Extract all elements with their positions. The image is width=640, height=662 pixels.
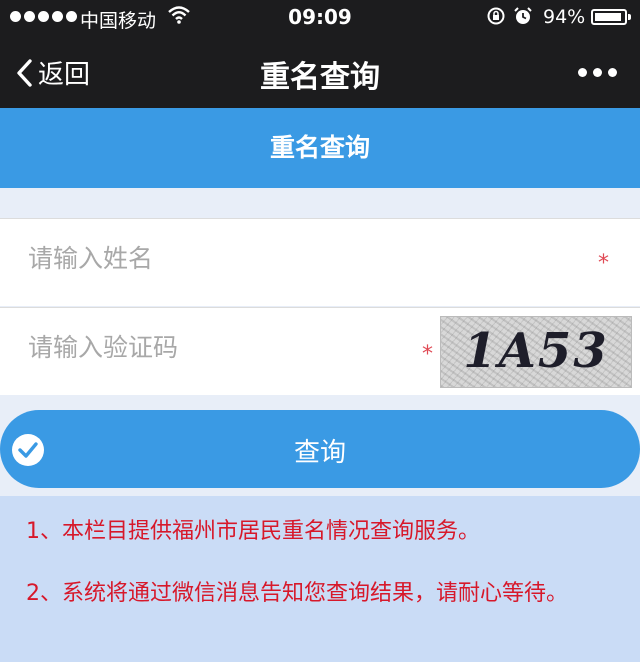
rotation-lock-icon bbox=[486, 6, 506, 31]
captcha-text: 1A53 bbox=[463, 323, 609, 379]
query-button-label: 查询 bbox=[293, 438, 346, 468]
notice-line-1: 1、本栏目提供福州市居民重名情况查询服务。 bbox=[26, 519, 480, 544]
notice-line-2: 2、系统将通过微信消息告知您查询结果，请耐心等待。 bbox=[26, 581, 568, 606]
more-icon[interactable] bbox=[578, 68, 617, 77]
page-title: 重名查询 bbox=[260, 60, 380, 95]
captcha-input[interactable] bbox=[26, 332, 410, 363]
required-mark: * bbox=[422, 342, 433, 367]
status-bar: 中国移动 09:09 94% bbox=[0, 0, 640, 34]
query-button[interactable]: 查询 bbox=[0, 410, 640, 488]
captcha-image[interactable]: 1A53 bbox=[440, 316, 632, 388]
name-input[interactable] bbox=[26, 243, 570, 274]
notice-panel: 1、本栏目提供福州市居民重名情况查询服务。 2、系统将通过微信消息告知您查询结果… bbox=[0, 496, 640, 662]
battery-fill bbox=[595, 13, 622, 21]
name-row: * bbox=[0, 218, 640, 306]
required-mark: * bbox=[598, 251, 609, 276]
battery-icon bbox=[591, 9, 631, 25]
navigation-bar: 返回 重名查询 bbox=[0, 34, 640, 108]
section-banner: 重名查询 bbox=[0, 108, 640, 188]
battery-percentage: 94% bbox=[543, 6, 586, 28]
captcha-row: * 1A53 bbox=[0, 307, 640, 395]
alarm-icon bbox=[513, 6, 533, 31]
